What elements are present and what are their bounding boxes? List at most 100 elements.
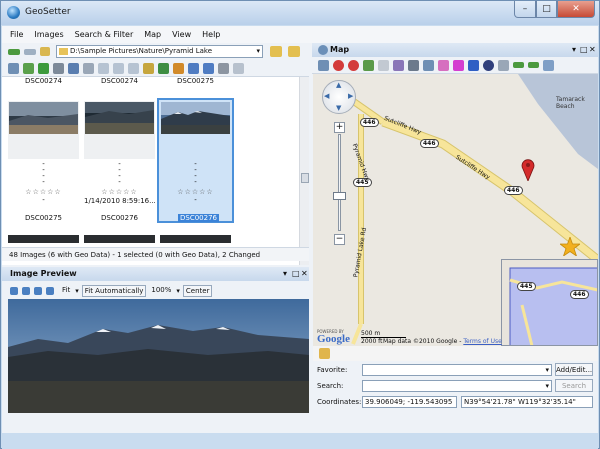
first-icon[interactable] bbox=[10, 286, 18, 295]
thumbnail-scrollbar[interactable] bbox=[299, 77, 309, 265]
menu-view[interactable]: View bbox=[172, 30, 191, 39]
camera-icon[interactable] bbox=[53, 62, 64, 74]
terms-link[interactable]: Terms of Use bbox=[463, 338, 501, 345]
pin-icon[interactable]: ▾ bbox=[572, 43, 576, 57]
edit-pencil-icon[interactable] bbox=[319, 348, 330, 359]
menu-map[interactable]: Map bbox=[144, 30, 161, 39]
pan-down-icon[interactable]: ▼ bbox=[336, 104, 341, 112]
back-arrow-icon[interactable] bbox=[8, 48, 20, 55]
comment-icon[interactable] bbox=[543, 59, 554, 71]
sort-icon[interactable] bbox=[68, 62, 79, 74]
tag-icon[interactable] bbox=[128, 62, 139, 74]
maximize-button[interactable]: □ bbox=[536, 1, 557, 18]
menu-help[interactable]: Help bbox=[202, 30, 220, 39]
pan-right-icon[interactable]: ▶ bbox=[348, 92, 353, 100]
undo-icon[interactable] bbox=[173, 62, 184, 74]
map-canvas[interactable]: ▲ ▼ ◀ ▶ + − 446 446 446 445 Sutcliffe Hw… bbox=[313, 74, 598, 346]
rating-stars[interactable]: ☆☆☆☆☆ bbox=[8, 188, 79, 196]
pin-icon[interactable]: ▾ bbox=[283, 267, 287, 281]
restore-icon[interactable]: □ bbox=[580, 43, 588, 57]
chevron-down-icon[interactable]: ▾ bbox=[176, 287, 180, 295]
filter-icon[interactable] bbox=[23, 62, 34, 74]
route-icon[interactable] bbox=[408, 59, 419, 71]
redo-icon[interactable] bbox=[188, 62, 199, 74]
overview-map[interactable]: 445 446 bbox=[501, 259, 598, 346]
folder-path-combo[interactable]: D:\Sample Pictures\Nature\Pyramid Lake ▾ bbox=[56, 45, 263, 58]
selected-thumbnail-name[interactable]: DSC00276 bbox=[178, 214, 219, 222]
left-arrow-icon[interactable] bbox=[513, 62, 524, 68]
refresh-icon[interactable] bbox=[38, 62, 49, 74]
menu-search-filter[interactable]: Search & Filter bbox=[75, 30, 134, 39]
back-position-icon[interactable] bbox=[468, 59, 479, 71]
minimize-button[interactable]: – bbox=[514, 1, 536, 18]
scrollbar-thumb[interactable] bbox=[301, 173, 309, 183]
close-panel-icon[interactable]: ✕ bbox=[301, 267, 308, 281]
right-arrow-icon[interactable] bbox=[528, 62, 539, 68]
menu-images[interactable]: Images bbox=[34, 30, 63, 39]
save-icon[interactable] bbox=[203, 62, 214, 74]
favorite-combo[interactable]: ▾ bbox=[362, 364, 552, 376]
copy-icon[interactable] bbox=[98, 62, 109, 74]
thumbnail-name[interactable]: DSC00276 bbox=[84, 214, 155, 222]
map-marker-icon[interactable] bbox=[521, 159, 535, 181]
remove-marker-icon[interactable] bbox=[378, 59, 389, 71]
star-marker-icon[interactable] bbox=[560, 237, 580, 256]
zoom-dropdown[interactable]: 100% bbox=[149, 285, 173, 297]
select-icon[interactable] bbox=[83, 62, 94, 74]
coordinates-decimal-field[interactable]: 39.906049; -119.543095 bbox=[362, 396, 457, 408]
pan-up-icon[interactable]: ▲ bbox=[336, 81, 341, 89]
next-icon[interactable] bbox=[34, 286, 42, 295]
previous-position-icon[interactable] bbox=[453, 59, 464, 71]
more-icon[interactable] bbox=[233, 62, 244, 74]
dropdown-icon[interactable] bbox=[498, 59, 509, 71]
center-position-icon[interactable] bbox=[483, 59, 494, 71]
previous-icon[interactable] bbox=[22, 286, 30, 295]
thumbnail-photo[interactable] bbox=[160, 101, 231, 159]
forward-arrow-icon[interactable] bbox=[24, 48, 36, 55]
close-button[interactable]: ✕ bbox=[557, 1, 595, 18]
track-icon[interactable] bbox=[393, 59, 404, 71]
add-edit-button[interactable]: Add/Edit... bbox=[555, 363, 593, 376]
thumbnail-name[interactable]: DSC00275 bbox=[160, 77, 231, 85]
view-mode-icon[interactable] bbox=[8, 62, 19, 74]
close-panel-icon[interactable]: ✕ bbox=[589, 43, 596, 57]
set-marker-icon[interactable] bbox=[333, 59, 344, 71]
thumbnail-photo[interactable] bbox=[84, 235, 155, 243]
tools-icon[interactable] bbox=[158, 62, 169, 74]
rating-stars[interactable]: ☆☆☆☆☆ bbox=[160, 188, 231, 196]
paste-icon[interactable] bbox=[113, 62, 124, 74]
pan-left-icon[interactable]: ◀ bbox=[324, 92, 329, 100]
thumbnail-name[interactable]: DSC00274 bbox=[8, 77, 79, 85]
browse-folder-icon[interactable] bbox=[270, 46, 282, 57]
marker-green-icon[interactable] bbox=[363, 59, 374, 71]
menu-file[interactable]: File bbox=[10, 30, 23, 39]
search-combo[interactable]: ▾ bbox=[362, 380, 552, 392]
show-all-icon[interactable] bbox=[438, 59, 449, 71]
map-type-icon[interactable] bbox=[318, 59, 329, 71]
zoom-slider-thumb[interactable] bbox=[333, 192, 346, 200]
thumbnail-photo[interactable] bbox=[84, 101, 155, 159]
center-button[interactable]: Center bbox=[182, 284, 213, 297]
zoom-in-button[interactable]: + bbox=[334, 122, 345, 133]
zoom-icon[interactable] bbox=[423, 59, 434, 71]
favorites-folder-icon[interactable] bbox=[288, 46, 300, 57]
edit-icon[interactable] bbox=[143, 62, 154, 74]
chevron-down-icon[interactable]: ▾ bbox=[545, 381, 549, 392]
zoom-slider-track[interactable] bbox=[338, 134, 341, 231]
fit-dropdown[interactable]: Fit bbox=[60, 285, 72, 297]
thumbnail-name[interactable]: DSC00274 bbox=[84, 77, 155, 85]
rating-stars[interactable]: ☆☆☆☆☆ bbox=[84, 188, 155, 196]
chevron-down-icon[interactable]: ▾ bbox=[256, 46, 260, 57]
zoom-out-button[interactable]: − bbox=[334, 234, 345, 245]
chevron-down-icon[interactable]: ▾ bbox=[75, 287, 79, 295]
settings-icon[interactable] bbox=[218, 62, 229, 74]
marker-icon[interactable] bbox=[348, 59, 359, 71]
fit-automatically-button[interactable]: Fit Automatically bbox=[81, 284, 147, 297]
search-button[interactable]: Search bbox=[555, 379, 593, 392]
chevron-down-icon[interactable]: ▾ bbox=[545, 365, 549, 376]
last-icon[interactable] bbox=[46, 286, 54, 295]
thumbnail-photo[interactable] bbox=[8, 101, 79, 159]
coordinates-dms-field[interactable]: N39°54'21.78" W119°32'35.14" bbox=[461, 396, 593, 408]
up-folder-icon[interactable] bbox=[40, 47, 50, 56]
restore-icon[interactable]: □ bbox=[292, 267, 300, 281]
